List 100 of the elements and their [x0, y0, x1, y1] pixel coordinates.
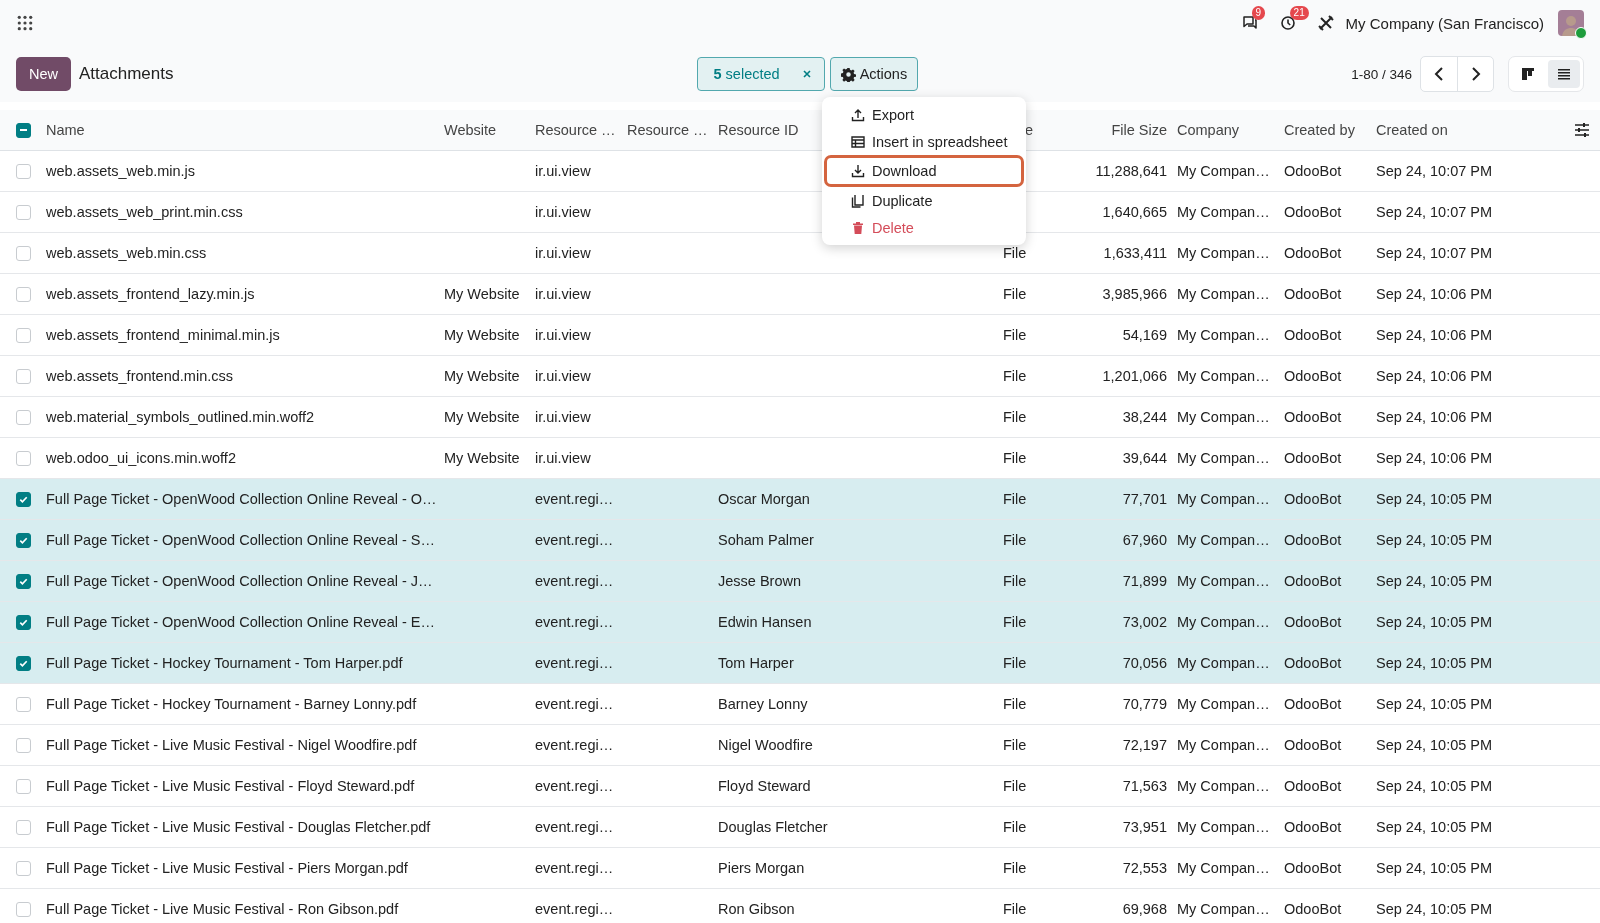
file-size: 11,288,641 — [1095, 163, 1167, 179]
column-header[interactable]: Resource ID — [718, 122, 799, 138]
user-avatar[interactable] — [1558, 10, 1584, 36]
menu-item[interactable]: Delete — [824, 214, 1024, 241]
creator-name: OdooBot — [1284, 245, 1342, 261]
creator-name: OdooBot — [1284, 819, 1342, 835]
file-size: 69,968 — [1122, 901, 1167, 917]
created-date: Sep 24, 10:05 PM — [1376, 573, 1493, 589]
tools-icon[interactable] — [1317, 15, 1334, 31]
file-size: 3,985,966 — [1102, 286, 1167, 302]
file-size: 72,197 — [1122, 737, 1167, 753]
file-name: web.assets_web.min.css — [46, 245, 207, 261]
resource-model: event.regi… — [535, 655, 614, 671]
column-header[interactable]: e — [1025, 122, 1034, 138]
resource-id: Ron Gibson — [718, 901, 795, 917]
file-type: File — [1003, 573, 1027, 589]
menu-item[interactable]: Download — [824, 155, 1024, 187]
menu-item[interactable]: Insert in spreadsheet — [824, 128, 1024, 155]
column-header[interactable]: Resource … — [535, 122, 616, 138]
column-header[interactable]: Name — [46, 122, 85, 138]
row-checkbox[interactable] — [16, 532, 31, 548]
resource-model: event.regi… — [535, 532, 614, 548]
file-name: Full Page Ticket - Live Music Festival - Douglas Fletcher.pdf — [46, 819, 431, 835]
trash-icon — [851, 220, 865, 235]
row-checkbox[interactable] — [16, 778, 31, 794]
file-size: 71,563 — [1122, 778, 1167, 794]
row-checkbox[interactable] — [16, 696, 31, 712]
clock-icon[interactable] — [1279, 15, 1296, 31]
file-name: Full Page Ticket - OpenWood Collection Online Reveal - S… — [46, 532, 435, 548]
row-checkbox[interactable] — [16, 204, 31, 220]
row-checkbox[interactable] — [16, 614, 31, 630]
file-type: File — [1003, 819, 1027, 835]
company-name: My Compan… — [1177, 737, 1270, 753]
column-header[interactable]: Created on — [1376, 122, 1448, 138]
pager-value: 1-80 / 346 — [1351, 66, 1412, 82]
created-date: Sep 24, 10:05 PM — [1376, 901, 1493, 917]
row-checkbox[interactable] — [16, 737, 31, 753]
created-date: Sep 24, 10:06 PM — [1376, 327, 1493, 343]
column-header[interactable]: Created by — [1284, 122, 1355, 138]
row-checkbox[interactable] — [16, 409, 31, 425]
company-switcher[interactable]: My Company (San Francisco) — [1345, 14, 1544, 32]
chat-icon[interactable] — [1241, 15, 1258, 31]
row-checkbox[interactable] — [16, 327, 31, 343]
file-type: File — [1003, 737, 1027, 753]
resource-model: event.regi… — [535, 901, 614, 917]
row-checkbox[interactable] — [16, 819, 31, 835]
actions-button[interactable]: Actions — [829, 57, 919, 91]
column-header[interactable]: Company — [1177, 122, 1240, 138]
creator-name: OdooBot — [1284, 860, 1342, 876]
new-button[interactable]: New — [16, 57, 71, 91]
file-name: web.assets_web.min.js — [46, 163, 196, 179]
created-date: Sep 24, 10:06 PM — [1376, 409, 1493, 425]
row-checkbox[interactable] — [16, 450, 31, 466]
website-name: My Website — [444, 368, 520, 384]
created-date: Sep 24, 10:07 PM — [1376, 163, 1493, 179]
resource-model: ir.ui.view — [535, 409, 591, 425]
row-checkbox[interactable] — [16, 286, 31, 302]
file-type: File — [1003, 245, 1027, 261]
select-all-checkbox[interactable] — [16, 122, 31, 138]
menu-item[interactable]: Export — [824, 101, 1024, 128]
row-checkbox[interactable] — [16, 163, 31, 179]
company-name: My Compan… — [1177, 286, 1270, 302]
row-checkbox[interactable] — [16, 368, 31, 384]
resource-model: event.regi… — [535, 573, 614, 589]
creator-name: OdooBot — [1284, 491, 1342, 507]
row-checkbox[interactable] — [16, 573, 31, 589]
list-view-button[interactable] — [1548, 60, 1580, 88]
column-header[interactable]: File Size — [1111, 122, 1167, 138]
resource-model: ir.ui.view — [535, 368, 591, 384]
file-name: web.assets_frontend_minimal.min.js — [46, 327, 280, 343]
file-size: 67,960 — [1122, 532, 1167, 548]
column-header[interactable]: Resource … — [627, 122, 708, 138]
row-checkbox[interactable] — [16, 245, 31, 261]
created-date: Sep 24, 10:05 PM — [1376, 778, 1493, 794]
row-checkbox[interactable] — [16, 901, 31, 917]
file-size: 1,633,411 — [1103, 245, 1167, 261]
creator-name: OdooBot — [1284, 204, 1342, 220]
row-checkbox[interactable] — [16, 491, 31, 507]
row-checkbox[interactable] — [16, 655, 31, 671]
file-type: File — [1003, 409, 1027, 425]
menu-item[interactable]: Duplicate — [824, 187, 1024, 214]
kanban-icon — [1521, 67, 1535, 81]
company-name: My Compan… — [1177, 491, 1270, 507]
file-type: File — [1003, 532, 1027, 548]
column-header[interactable]: Website — [444, 122, 497, 138]
file-type: File — [1003, 696, 1027, 712]
copy-icon — [851, 193, 865, 208]
file-name: Full Page Ticket - OpenWood Collection Online Reveal - O… — [46, 491, 437, 507]
column-settings-icon[interactable] — [1574, 122, 1590, 138]
company-name: My Compan… — [1177, 860, 1270, 876]
created-date: Sep 24, 10:05 PM — [1376, 532, 1493, 548]
apps-grid-icon[interactable] — [17, 15, 33, 31]
creator-name: OdooBot — [1284, 655, 1342, 671]
resource-model: ir.ui.view — [535, 245, 591, 261]
creator-name: OdooBot — [1284, 901, 1342, 917]
close-icon[interactable] — [801, 69, 812, 79]
creator-name: OdooBot — [1284, 778, 1342, 794]
row-checkbox[interactable] — [16, 860, 31, 876]
file-size: 73,002 — [1122, 614, 1167, 630]
creator-name: OdooBot — [1284, 163, 1342, 179]
